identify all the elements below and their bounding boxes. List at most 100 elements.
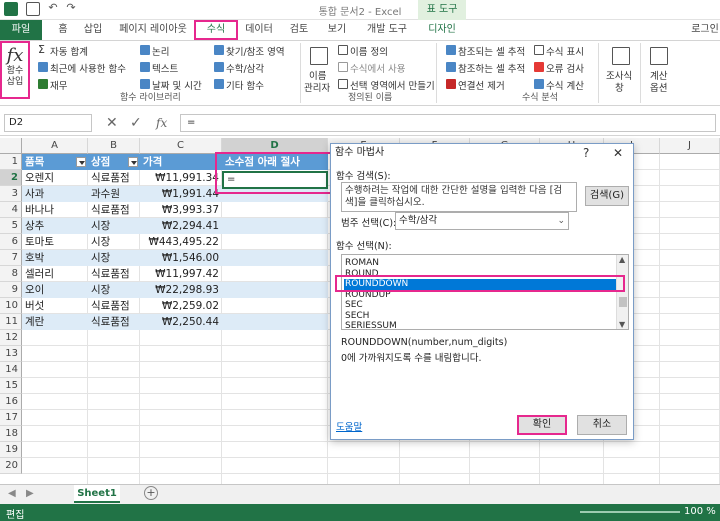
row-header[interactable]: 17 [0, 410, 22, 426]
row-header[interactable]: 19 [0, 442, 22, 458]
table-cell[interactable]: ₩22,298.93 [140, 282, 222, 298]
row-header[interactable]: 11 [0, 314, 22, 330]
table-cell[interactable]: 시장 [88, 282, 140, 298]
remove-arrows-button[interactable]: 연결선 제거 [458, 78, 505, 92]
tab-file[interactable]: 파일 [0, 20, 42, 40]
search-button[interactable]: 검색(G) [585, 186, 629, 206]
row-header[interactable]: 5 [0, 218, 22, 234]
cancel-button[interactable]: 취소 [577, 415, 627, 435]
table-cell[interactable]: 사과 [22, 186, 88, 202]
row-header[interactable]: 18 [0, 426, 22, 442]
table-cell[interactable]: ₩2,259.02 [140, 298, 222, 314]
row-header[interactable]: 12 [0, 330, 22, 346]
scroll-down-icon[interactable]: ▼ [619, 320, 625, 329]
function-list-item[interactable]: SEC [344, 300, 616, 311]
table-cell[interactable]: ₩2,250.44 [140, 314, 222, 330]
table-cell[interactable]: ₩11,991.34 [140, 170, 222, 186]
tab-review[interactable]: 검토 [287, 20, 311, 40]
function-list[interactable]: ROMAN ROUND ROUNDDOWN ROUNDUP SEC SECH SERIESS… [341, 254, 629, 330]
table-cell[interactable]: 호박 [22, 250, 88, 266]
table-cell[interactable]: 시장 [88, 234, 140, 250]
cancel-icon[interactable]: ✕ [106, 115, 118, 131]
name-box[interactable]: D2 [4, 114, 92, 132]
tab-data[interactable]: 데이터 [244, 20, 274, 40]
row-header[interactable]: 6 [0, 234, 22, 250]
autosum-button[interactable]: 자동 합계 [50, 44, 88, 58]
show-formulas-button[interactable]: 수식 표시 [546, 44, 584, 58]
table-header-cell[interactable]: 상점 [88, 154, 140, 170]
filter-dropdown-icon[interactable] [128, 157, 138, 167]
enter-icon[interactable]: ✓ [130, 115, 142, 131]
recent-functions-button[interactable]: 최근에 사용한 함수 [50, 61, 126, 75]
row-header[interactable]: 15 [0, 378, 22, 394]
row-header[interactable]: 16 [0, 394, 22, 410]
table-cell[interactable]: ₩3,993.37 [140, 202, 222, 218]
table-cell[interactable]: 식료품점 [88, 202, 140, 218]
table-cell[interactable]: 식료품점 [88, 298, 140, 314]
row-header[interactable]: 3 [0, 186, 22, 202]
define-name-button[interactable]: 이름 정의 [350, 44, 388, 58]
tab-page-layout[interactable]: 페이지 레이아웃 [118, 20, 188, 40]
table-cell[interactable]: 셀러리 [22, 266, 88, 282]
table-cell[interactable] [222, 218, 328, 234]
table-cell[interactable]: 시장 [88, 250, 140, 266]
ok-button[interactable]: 확인 [517, 415, 567, 435]
help-link[interactable]: 도움말 [336, 419, 362, 433]
select-all-corner[interactable] [0, 138, 22, 154]
tab-design[interactable]: 디자인 [424, 20, 460, 40]
table-header-cell[interactable]: 가격 [140, 154, 222, 170]
sheet-tab-sheet1[interactable]: Sheet1 [74, 485, 120, 503]
row-header[interactable]: 9 [0, 282, 22, 298]
table-cell[interactable] [222, 266, 328, 282]
row-header[interactable]: 8 [0, 266, 22, 282]
table-cell[interactable]: ₩11,997.42 [140, 266, 222, 282]
lookup-button[interactable]: 찾기/참조 영역 [226, 44, 285, 58]
table-cell[interactable]: 계란 [22, 314, 88, 330]
use-in-formula-button[interactable]: 수식에서 사용 [350, 61, 405, 75]
formula-input[interactable]: = [180, 114, 716, 132]
function-list-item[interactable]: SERIESSUM [344, 321, 616, 329]
row-header[interactable]: 1 [0, 154, 22, 170]
table-cell[interactable]: ₩1,991.44 [140, 186, 222, 202]
more-functions-button[interactable]: 기타 함수 [226, 78, 264, 92]
calc-options-label-2[interactable]: 옵션 [650, 80, 667, 94]
column-header[interactable]: C [140, 138, 222, 154]
row-header[interactable]: 14 [0, 362, 22, 378]
scroll-up-icon[interactable]: ▲ [619, 255, 625, 264]
column-header[interactable]: B [88, 138, 140, 154]
table-cell[interactable]: 시장 [88, 218, 140, 234]
name-manager-label-2[interactable]: 관리자 [304, 80, 330, 94]
function-list-item[interactable]: ROMAN [344, 258, 616, 269]
add-sheet-button[interactable]: + [144, 486, 158, 500]
scroll-thumb[interactable] [619, 297, 627, 307]
tab-home[interactable]: 홈 [54, 20, 72, 40]
financial-button[interactable]: 재무 [50, 78, 67, 92]
category-select[interactable]: 수학/삼각 ⌄ [395, 212, 569, 230]
table-cell[interactable]: 토마토 [22, 234, 88, 250]
table-cell[interactable] [222, 298, 328, 314]
scroll-right-icon[interactable]: ▶ [26, 488, 34, 499]
row-header[interactable]: 20 [0, 458, 22, 474]
login-link[interactable]: 로그인 [690, 20, 720, 40]
table-header-cell[interactable]: 품목 [22, 154, 88, 170]
table-cell[interactable]: ₩2,294.41 [140, 218, 222, 234]
table-cell[interactable]: 식료품점 [88, 170, 140, 186]
active-cell-d2[interactable]: = [222, 171, 328, 189]
zoom-level[interactable]: 100 % [684, 506, 716, 517]
table-cell[interactable] [222, 314, 328, 330]
function-list-item[interactable]: SECH [344, 311, 616, 322]
table-cell[interactable]: 바나나 [22, 202, 88, 218]
table-cell[interactable] [222, 202, 328, 218]
zoom-slider[interactable] [580, 511, 680, 513]
function-list-scrollbar[interactable]: ▲ ▼ [616, 255, 628, 329]
table-cell[interactable]: ₩1,546.00 [140, 250, 222, 266]
row-header[interactable]: 10 [0, 298, 22, 314]
help-icon[interactable]: ? [583, 146, 589, 160]
insert-function-button[interactable]: fx 함수 삽입 [0, 41, 30, 99]
table-cell[interactable] [222, 282, 328, 298]
table-cell[interactable]: 식료품점 [88, 314, 140, 330]
scroll-left-icon[interactable]: ◀ [8, 488, 16, 499]
table-cell[interactable]: 버섯 [22, 298, 88, 314]
row-header[interactable]: 7 [0, 250, 22, 266]
row-header[interactable]: 2 [0, 170, 22, 186]
